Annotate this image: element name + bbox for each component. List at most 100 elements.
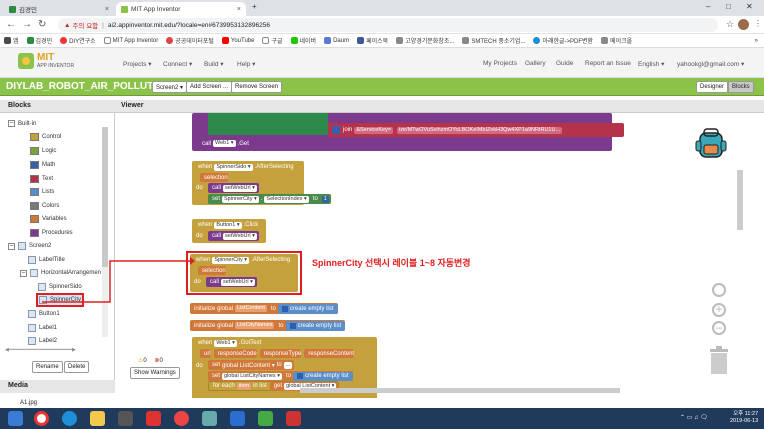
- math-block[interactable]: [208, 113, 328, 135]
- init-global-listcontent[interactable]: initialize global ListContent to create em…: [190, 303, 338, 314]
- blocks-button[interactable]: Blocks: [728, 81, 754, 93]
- workspace-hscrollbar[interactable]: [300, 388, 620, 393]
- close-tab-icon[interactable]: ×: [237, 6, 241, 13]
- param-responsecode[interactable]: responseCode: [213, 349, 257, 358]
- call-web1-get-block[interactable]: call Web1 ▾ .Get: [198, 138, 268, 149]
- media-file[interactable]: A1.jpg: [20, 400, 37, 406]
- menu-icon[interactable]: ⋮: [754, 19, 762, 28]
- browser-tab-1[interactable]: 김경민 ×: [4, 2, 114, 16]
- close-tab-icon[interactable]: ×: [105, 6, 109, 13]
- rename-button[interactable]: Rename: [32, 361, 63, 373]
- selection-param[interactable]: selection: [200, 173, 228, 182]
- forward-icon[interactable]: →: [22, 19, 32, 30]
- maximize-icon[interactable]: □: [726, 2, 731, 11]
- chrome-icon[interactable]: [34, 411, 49, 426]
- language-menu[interactable]: English ▾: [638, 60, 664, 68]
- bookmark[interactable]: 김경민: [26, 36, 52, 45]
- designer-button[interactable]: Designer: [696, 81, 729, 93]
- builtin-lists[interactable]: Lists: [30, 188, 54, 196]
- reload-icon[interactable]: ↻: [38, 19, 46, 30]
- bookmark[interactable]: 구글: [262, 36, 283, 45]
- set-listcontent-block[interactable]: set global ListContent ▾ to...: [208, 360, 295, 370]
- close-window-icon[interactable]: ✕: [746, 2, 753, 11]
- workspace-vscrollbar[interactable]: [737, 170, 743, 230]
- menu-help[interactable]: Help ▾: [237, 60, 255, 68]
- gear-icon[interactable]: [332, 126, 340, 134]
- bookmark-apps[interactable]: 앱: [4, 36, 19, 45]
- builtin-colors[interactable]: Colors: [30, 202, 59, 210]
- collapse-icon[interactable]: –: [20, 269, 27, 277]
- blocks-tree-scrollbar[interactable]: [102, 127, 108, 337]
- selection-param[interactable]: selection: [198, 266, 226, 275]
- bookmark[interactable]: 공공데이터포털: [166, 36, 214, 45]
- windows-start-icon[interactable]: [8, 411, 23, 426]
- recenter-icon[interactable]: [712, 283, 726, 297]
- bookmark[interactable]: 고양경기문화창조...: [396, 36, 454, 45]
- app-icon[interactable]: [146, 411, 161, 426]
- app-icon[interactable]: [174, 411, 189, 426]
- menu-connect[interactable]: Connect ▾: [163, 60, 192, 68]
- file-explorer-icon[interactable]: [90, 411, 105, 426]
- mit-app-inventor-logo[interactable]: MIT APP INVENTOR: [18, 53, 74, 69]
- bookmark[interactable]: MIT App Inventor: [103, 37, 158, 44]
- collapse-icon[interactable]: –: [8, 120, 15, 127]
- init-global-listcitynames[interactable]: initialize global ListCityNames to create …: [190, 320, 346, 331]
- collapse-icon[interactable]: –: [8, 242, 15, 250]
- account-menu[interactable]: yahookgl@gmail.com ▾: [677, 60, 744, 68]
- param-url[interactable]: url: [200, 349, 211, 358]
- backpack-icon[interactable]: [694, 127, 728, 161]
- tree-hscrollbar[interactable]: ◀━━━━━━━━━━━━━━━━━━━━━▶: [5, 347, 105, 353]
- call-setweburl-block[interactable]: call setWebUrl ▾: [206, 277, 257, 287]
- set-listcitynames-block[interactable]: set global ListCityNames ▾ to create empty…: [208, 371, 353, 381]
- builtin-math[interactable]: Math: [30, 161, 55, 169]
- bookmark[interactable]: DIY연구소: [60, 36, 96, 45]
- builtin-control[interactable]: Control: [30, 133, 61, 141]
- browser-tab-2[interactable]: MIT App Inventor ×: [116, 2, 246, 16]
- builtin-text[interactable]: Text: [30, 175, 53, 183]
- delete-button[interactable]: Delete: [64, 361, 90, 373]
- app-icon[interactable]: [118, 411, 133, 426]
- param-responsetype[interactable]: responseType: [259, 349, 302, 358]
- app-icon[interactable]: [230, 411, 245, 426]
- bookmark[interactable]: YouTube: [221, 37, 254, 44]
- tree-screen2[interactable]: – Screen2: [8, 242, 51, 250]
- my-projects-link[interactable]: My Projects: [483, 60, 517, 67]
- param-responsecontent[interactable]: responseContent: [304, 349, 355, 358]
- tree-builtin[interactable]: – Built-in: [8, 120, 36, 127]
- zoom-out-icon[interactable]: –: [712, 321, 726, 335]
- bookmark[interactable]: SMTECH 중소기업...: [462, 36, 525, 45]
- minimize-icon[interactable]: –: [706, 2, 710, 11]
- builtin-logic[interactable]: Logic: [30, 147, 56, 155]
- zoom-in-icon[interactable]: +: [712, 303, 726, 317]
- gallery-link[interactable]: Gallery: [525, 60, 546, 67]
- app-icon[interactable]: [202, 411, 217, 426]
- profile-avatar[interactable]: [738, 19, 749, 30]
- menu-build[interactable]: Build ▾: [204, 60, 224, 68]
- star-icon[interactable]: ☆: [726, 19, 734, 30]
- builtin-procedures[interactable]: Procedures: [30, 229, 73, 237]
- tray-icons[interactable]: ⌃ ▭ ♫ 🗨: [680, 414, 708, 421]
- screen-select-button[interactable]: Screen2 ▾: [152, 81, 188, 93]
- component-label2[interactable]: Label2: [28, 337, 57, 345]
- show-warnings-button[interactable]: Show Warnings: [130, 367, 180, 379]
- address-bar[interactable]: ▲ 주의 요함 | ai2.appinventor.mit.edu/?local…: [58, 18, 718, 32]
- component-label1[interactable]: Label1: [28, 324, 57, 332]
- bookmark[interactable]: 메이크올: [601, 36, 632, 45]
- bookmarks-more[interactable]: »: [755, 38, 758, 44]
- call-setweburl-block[interactable]: call setWebUrl ▾: [208, 231, 259, 241]
- call-setweburl-block[interactable]: call setWebUrl ▾: [208, 183, 259, 193]
- component-button1[interactable]: Button1: [28, 310, 60, 318]
- bookmark[interactable]: Daum: [324, 37, 349, 44]
- bookmark[interactable]: 아래한글->PDF변환: [533, 36, 593, 45]
- builtin-variables[interactable]: Variables: [30, 215, 67, 223]
- menu-projects[interactable]: Projects ▾: [123, 60, 152, 68]
- app-icon[interactable]: [258, 411, 273, 426]
- bookmark[interactable]: 페이스북: [357, 36, 388, 45]
- bookmark[interactable]: 네이버: [290, 36, 316, 45]
- remove-screen-button[interactable]: Remove Screen: [231, 81, 283, 93]
- ie-icon[interactable]: [62, 411, 77, 426]
- back-icon[interactable]: ←: [6, 19, 16, 30]
- guide-link[interactable]: Guide: [556, 60, 573, 67]
- report-issue-link[interactable]: Report an Issue: [585, 60, 631, 67]
- set-selectionindex-block[interactable]: set SpinnerCity ▾. SelectionIndex ▾ to 1: [208, 194, 331, 204]
